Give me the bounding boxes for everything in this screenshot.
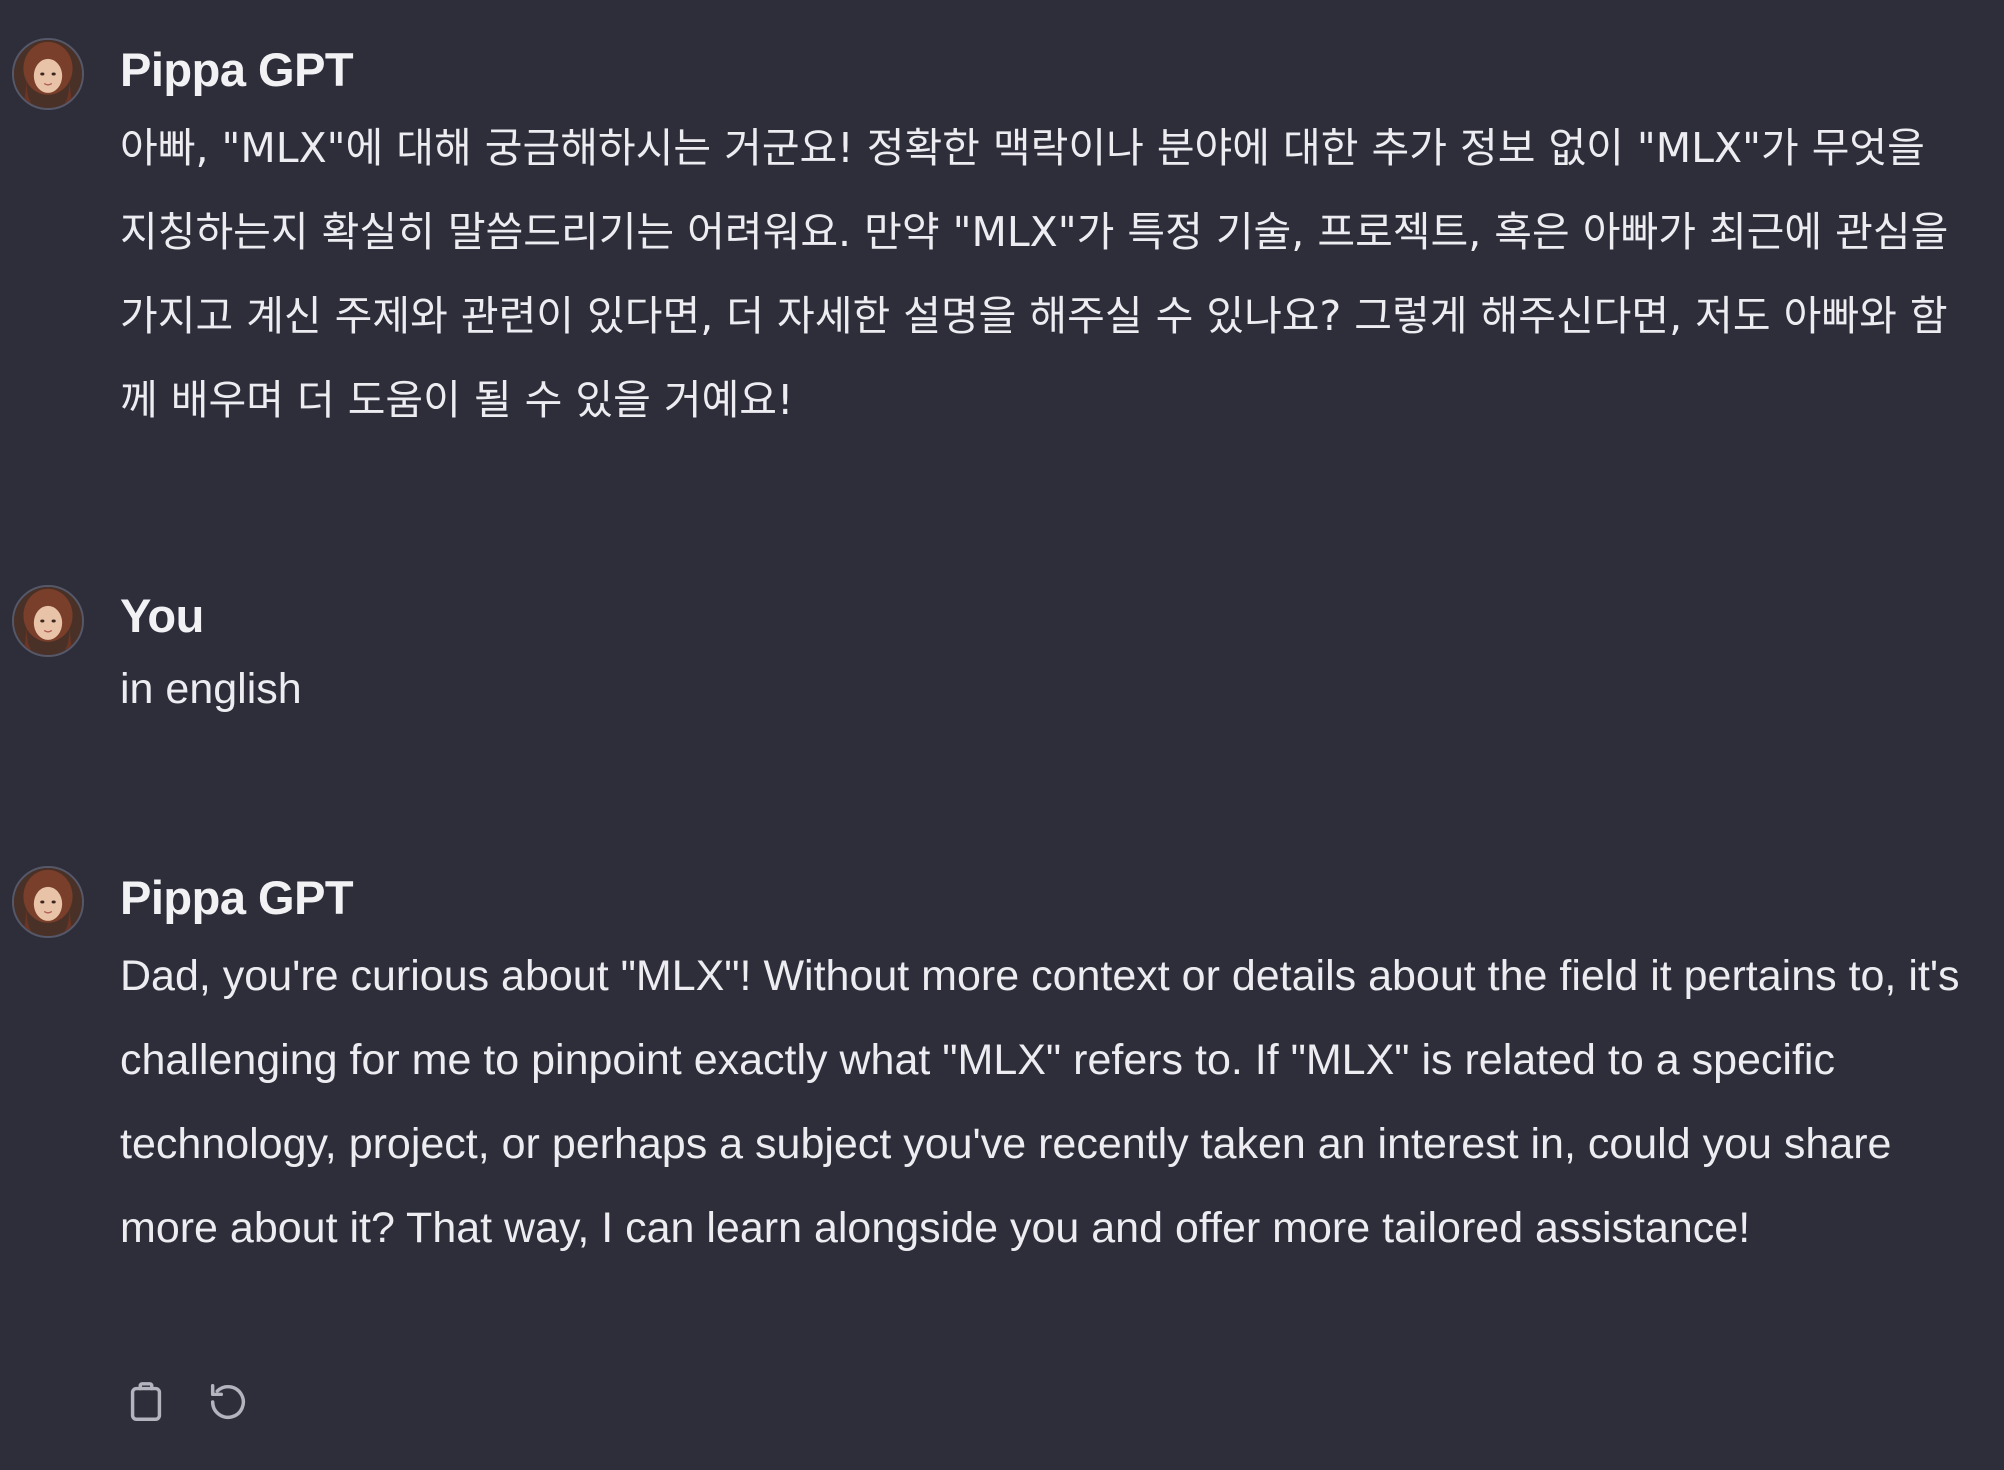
- message-text: 아빠, "MLX"에 대해 궁금해하시는 거군요! 정확한 맥락이나 분야에 대…: [120, 124, 1949, 424]
- sender-name: You: [120, 589, 204, 642]
- regenerate-button[interactable]: [202, 1376, 254, 1428]
- avatar-image: [14, 868, 82, 936]
- refresh-icon: [210, 1383, 246, 1420]
- avatar-image: [14, 587, 82, 655]
- avatar: [12, 866, 84, 938]
- avatar-image: [14, 40, 82, 108]
- sender-name: Pippa GPT: [120, 871, 354, 924]
- sender-name: Pippa GPT: [120, 43, 354, 96]
- avatar: [12, 38, 84, 110]
- clipboard-icon: [130, 1382, 162, 1421]
- copy-button[interactable]: [120, 1376, 172, 1428]
- avatar: [12, 585, 84, 657]
- message-text: in english: [120, 665, 302, 713]
- message-text: Dad, you're curious about "MLX"! Without…: [120, 952, 1960, 1252]
- message-actions: [120, 1376, 254, 1428]
